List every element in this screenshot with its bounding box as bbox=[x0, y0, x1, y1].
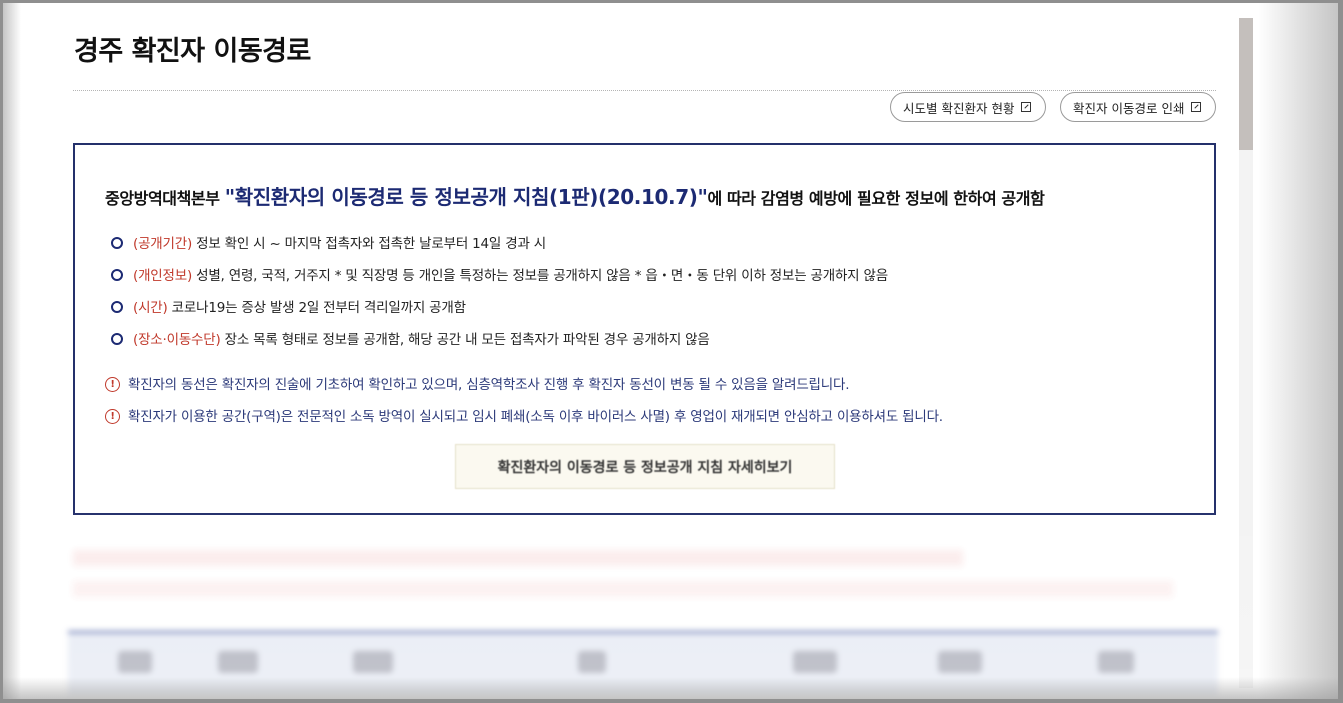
bullet-tag: (공개기간) bbox=[133, 236, 193, 252]
status-by-region-label: 시도별 확진환자 현황 bbox=[903, 100, 1015, 116]
left-edge-shadow bbox=[3, 3, 21, 699]
notice-bullet: (장소·이동수단) 장소 목록 형태로 정보를 공개함, 해당 공간 내 모든 … bbox=[111, 328, 710, 348]
warning-text: 확진자의 동선은 확진자의 진술에 기초하여 확인하고 있으며, 심층역학조사 … bbox=[128, 377, 850, 393]
blurred-column-header bbox=[218, 651, 258, 673]
disclosure-notice-box: 중앙방역대책본부 "확진환자의 이동경로 등 정보공개 지침(1판)(20.10… bbox=[73, 143, 1216, 515]
bullet-circle-icon bbox=[111, 269, 123, 281]
bullet-circle-icon bbox=[111, 237, 123, 249]
right-edge-shadow bbox=[1258, 3, 1338, 699]
bullet-tag: (시간) bbox=[133, 300, 168, 316]
status-by-region-button[interactable]: 시도별 확진환자 현황 bbox=[890, 92, 1046, 122]
guideline-title: "확진환자의 이동경로 등 정보공개 지침(1판)(20.10.7)" bbox=[224, 185, 708, 209]
bullet-text: 성별, 연령, 국적, 거주지 * 및 직장명 등 개인을 특정하는 정보를 공… bbox=[192, 268, 888, 284]
notice-heading-suffix: 에 따라 감염병 예방에 필요한 정보에 한하여 공개함 bbox=[707, 189, 1045, 208]
blurred-notice-line bbox=[73, 581, 1173, 597]
exclamation-icon: ! bbox=[105, 376, 120, 392]
notice-bullet: (시간) 코로나19는 증상 발생 2일 전부터 격리일까지 공개함 bbox=[111, 296, 466, 316]
scrollbar-thumb[interactable] bbox=[1239, 18, 1253, 150]
blurred-column-header bbox=[578, 651, 606, 673]
external-link-icon bbox=[1191, 102, 1202, 112]
notice-bullet: (공개기간) 정보 확인 시 ~ 마지막 접촉자와 접촉한 날로부터 14일 경… bbox=[111, 232, 546, 252]
print-route-label: 확진자 이동경로 인쇄 bbox=[1073, 100, 1185, 116]
blurred-column-header bbox=[118, 651, 152, 673]
exclamation-icon: ! bbox=[105, 408, 120, 424]
notice-bullet: (개인정보) 성별, 연령, 국적, 거주지 * 및 직장명 등 개인을 특정하… bbox=[111, 264, 888, 284]
blurred-column-header bbox=[938, 651, 982, 673]
bullet-text: 장소 목록 형태로 정보를 공개함, 해당 공간 내 모든 접촉자가 파악된 경… bbox=[220, 332, 710, 348]
bullet-text: 코로나19는 증상 발생 2일 전부터 격리일까지 공개함 bbox=[167, 300, 466, 316]
print-route-button[interactable]: 확진자 이동경로 인쇄 bbox=[1060, 92, 1216, 122]
blurred-column-header bbox=[793, 651, 837, 673]
bottom-edge-shadow bbox=[3, 677, 1338, 699]
blurred-notice-line bbox=[73, 550, 963, 566]
bullet-tag: (장소·이동수단) bbox=[133, 332, 221, 348]
page-title: 경주 확진자 이동경로 bbox=[74, 36, 311, 67]
bullet-text: 정보 확인 시 ~ 마지막 접촉자와 접촉한 날로부터 14일 경과 시 bbox=[192, 236, 546, 252]
blurred-column-header bbox=[353, 651, 393, 673]
bullet-tag: (개인정보) bbox=[133, 268, 193, 284]
bullet-circle-icon bbox=[111, 333, 123, 345]
notice-warning: ! 확진자의 동선은 확진자의 진술에 기초하여 확인하고 있으며, 심층역학조사… bbox=[105, 373, 850, 393]
title-divider bbox=[73, 90, 1216, 91]
blurred-column-header bbox=[1098, 651, 1134, 673]
warning-text: 확진자가 이용한 공간(구역)은 전문적인 소독 방역이 실시되고 임시 폐쇄(… bbox=[128, 409, 943, 425]
notice-warning: ! 확진자가 이용한 공간(구역)은 전문적인 소독 방역이 실시되고 임시 폐쇄… bbox=[105, 405, 943, 425]
notice-heading: 중앙방역대책본부 "확진환자의 이동경로 등 정보공개 지침(1판)(20.10… bbox=[105, 181, 1045, 210]
external-link-icon bbox=[1021, 102, 1032, 112]
guideline-detail-button[interactable]: 확진환자의 이동경로 등 정보공개 지침 자세히보기 bbox=[455, 444, 835, 489]
page-frame: 경주 확진자 이동경로 시도별 확진환자 현황 확진자 이동경로 인쇄 중앙방역… bbox=[3, 3, 1338, 699]
notice-heading-prefix: 중앙방역대책본부 bbox=[105, 189, 225, 208]
bullet-circle-icon bbox=[111, 301, 123, 313]
